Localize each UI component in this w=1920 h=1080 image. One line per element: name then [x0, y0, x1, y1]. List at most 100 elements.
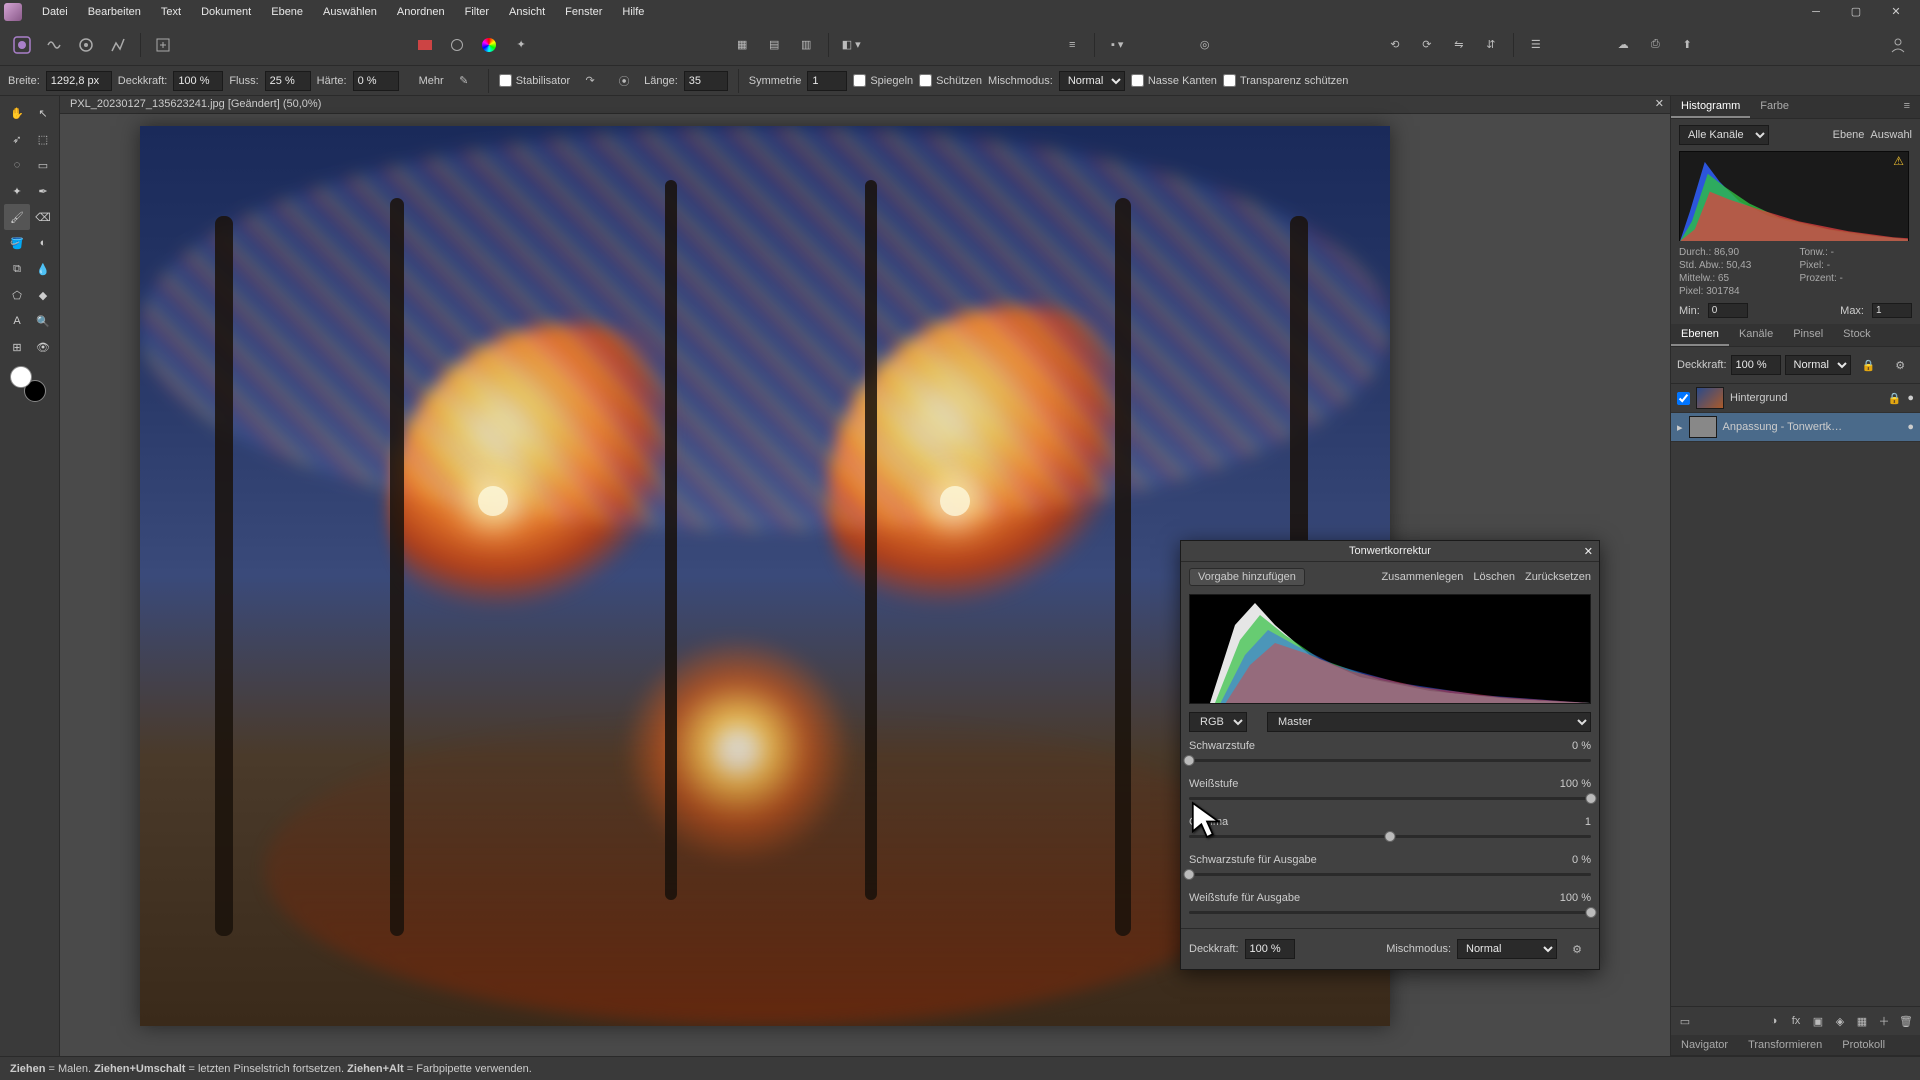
flip-v-icon[interactable]: ⇵ — [1477, 31, 1505, 59]
menu-select[interactable]: Auswählen — [313, 0, 387, 24]
width-input[interactable] — [46, 71, 112, 91]
tab-color[interactable]: Farbe — [1750, 96, 1799, 118]
layer-blend-select[interactable]: Normal — [1785, 355, 1851, 375]
protect-alpha-checkbox[interactable]: Transparenz schützen — [1223, 74, 1348, 87]
color-swatches[interactable] — [10, 366, 46, 402]
smudge-tool-icon[interactable]: 💧 — [30, 256, 56, 282]
reset-button[interactable]: Zurücksetzen — [1525, 571, 1591, 583]
hardness-input[interactable] — [353, 71, 399, 91]
output-black-slider[interactable] — [1189, 868, 1591, 882]
layer-settings-icon[interactable]: ⚙ — [1886, 351, 1914, 379]
protect-checkbox[interactable]: Schützen — [919, 74, 982, 87]
length-input[interactable] — [684, 71, 728, 91]
grid-b-icon[interactable]: ▤ — [760, 31, 788, 59]
account-icon[interactable] — [1884, 31, 1912, 59]
rotate-right-icon[interactable]: ⟳ — [1413, 31, 1441, 59]
flip-h-icon[interactable]: ⇋ — [1445, 31, 1473, 59]
layer-row[interactable]: Hintergrund 🔒 ● — [1671, 384, 1920, 413]
hist-layer-button[interactable]: Ebene — [1833, 129, 1865, 141]
group-layers-icon[interactable]: ▦ — [1852, 1011, 1872, 1031]
dodge-tool-icon[interactable]: ◐ — [30, 230, 56, 256]
rotate-left-icon[interactable]: ⟲ — [1381, 31, 1409, 59]
menu-text[interactable]: Text — [151, 0, 191, 24]
color-picker-tool-icon[interactable]: ➶ — [4, 126, 30, 152]
colorspace-select[interactable]: RGB — [1189, 712, 1247, 732]
levels-opacity-input[interactable] — [1245, 939, 1295, 959]
layer-expand-icon[interactable]: ▸ — [1677, 421, 1683, 434]
menu-arrange[interactable]: Anordnen — [387, 0, 455, 24]
liquify-persona-icon[interactable] — [40, 31, 68, 59]
selection-brush-tool-icon[interactable]: ◌ — [4, 152, 30, 178]
document-tab[interactable]: PXL_20230127_135623241.jpg [Geändert] (5… — [60, 96, 1670, 114]
output-white-slider[interactable] — [1189, 906, 1591, 920]
hist-selection-button[interactable]: Auswahl — [1870, 129, 1912, 141]
wet-edges-checkbox[interactable]: Nasse Kanten — [1131, 74, 1217, 87]
tab-channels[interactable]: Kanäle — [1729, 324, 1783, 346]
fx-icon[interactable]: fx — [1786, 1011, 1806, 1031]
live-filter-icon[interactable]: ◈ — [1830, 1011, 1850, 1031]
grid-c-icon[interactable]: ▥ — [792, 31, 820, 59]
color-wheel-icon[interactable] — [475, 31, 503, 59]
swatch-red-icon[interactable] — [411, 31, 439, 59]
hist-max-input[interactable] — [1872, 303, 1912, 318]
crop-tool-icon[interactable]: ⬚ — [30, 126, 56, 152]
layer-visibility-toggle[interactable] — [1677, 392, 1690, 405]
export-persona-icon[interactable] — [149, 31, 177, 59]
maximize-button[interactable]: ▢ — [1836, 0, 1876, 24]
menu-edit[interactable]: Bearbeiten — [78, 0, 151, 24]
tab-navigator[interactable]: Navigator — [1671, 1035, 1738, 1055]
tab-brushes[interactable]: Pinsel — [1783, 324, 1833, 346]
quick-mask-icon[interactable]: ◎ — [1191, 31, 1219, 59]
histogram-channels-select[interactable]: Alle Kanäle — [1679, 125, 1769, 145]
shape-tool-icon[interactable]: ⬠ — [4, 282, 30, 308]
cloud-b-icon[interactable]: ⎙ — [1641, 31, 1669, 59]
delete-button[interactable]: Löschen — [1473, 571, 1515, 583]
stabilizer-checkbox[interactable]: Stabilisator — [499, 74, 570, 87]
flow-input[interactable] — [265, 71, 311, 91]
delete-layer-icon[interactable]: 🗑 — [1896, 1011, 1916, 1031]
adjustment-icon[interactable]: ◑ — [1764, 1011, 1784, 1031]
menu-file[interactable]: Datei — [32, 0, 78, 24]
symmetry-input[interactable] — [807, 71, 847, 91]
pen-tool-icon[interactable]: ✒ — [30, 178, 56, 204]
cloud-c-icon[interactable]: ⬆ — [1673, 31, 1701, 59]
menu-window[interactable]: Fenster — [555, 0, 612, 24]
white-level-slider[interactable] — [1189, 792, 1591, 806]
marquee-tool-icon[interactable]: ▭ — [30, 152, 56, 178]
menu-layer[interactable]: Ebene — [261, 0, 313, 24]
node-tool-icon[interactable]: ◆ — [30, 282, 56, 308]
levels-settings-icon[interactable]: ⚙ — [1563, 935, 1591, 963]
tone-map-persona-icon[interactable] — [104, 31, 132, 59]
more-button[interactable]: Mehr — [419, 75, 444, 87]
erase-tool-icon[interactable]: ⌫ — [30, 204, 56, 230]
layer-lock-icon[interactable]: 🔒 — [1855, 351, 1883, 379]
menu-view[interactable]: Ansicht — [499, 0, 555, 24]
close-window-button[interactable]: ✕ — [1876, 0, 1916, 24]
opacity-input[interactable] — [173, 71, 223, 91]
foreground-color-swatch[interactable] — [10, 366, 32, 388]
stabilizer-mode-b-icon[interactable]: ⦿ — [610, 67, 638, 95]
fill-tool-icon[interactable]: 🪣 — [4, 230, 30, 256]
clone-tool-icon[interactable]: ⧉ — [4, 256, 30, 282]
brush-settings-icon[interactable]: ✎ — [450, 67, 478, 95]
levels-close-icon[interactable]: ✕ — [1584, 545, 1593, 558]
paint-brush-tool-icon[interactable]: 🖌 — [4, 204, 30, 230]
panel-menu-icon[interactable]: ≡ — [1894, 96, 1920, 118]
channel-select[interactable]: Master — [1267, 712, 1591, 732]
tab-history[interactable]: Protokoll — [1832, 1035, 1895, 1055]
tab-layers[interactable]: Ebenen — [1671, 324, 1729, 346]
hand-tool-icon[interactable]: ✋ — [4, 100, 30, 126]
menu-document[interactable]: Dokument — [191, 0, 261, 24]
tab-transform[interactable]: Transformieren — [1738, 1035, 1832, 1055]
auto-color-icon[interactable]: ✦ — [507, 31, 535, 59]
view-tool-icon[interactable]: 👁 — [30, 334, 56, 360]
zoom-tool-icon[interactable]: 🔍 — [30, 308, 56, 334]
tab-stock[interactable]: Stock — [1833, 324, 1881, 346]
hist-min-input[interactable] — [1708, 303, 1748, 318]
minimize-button[interactable]: ─ — [1796, 0, 1836, 24]
tab-histogram[interactable]: Histogramm — [1671, 96, 1750, 118]
add-layer-icon[interactable]: ＋ — [1874, 1011, 1894, 1031]
stabilizer-mode-a-icon[interactable]: ↷ — [576, 67, 604, 95]
layer-opacity-input[interactable] — [1731, 355, 1781, 375]
levels-dialog[interactable]: Tonwertkorrektur ✕ Vorgabe hinzufügen Zu… — [1180, 540, 1600, 970]
